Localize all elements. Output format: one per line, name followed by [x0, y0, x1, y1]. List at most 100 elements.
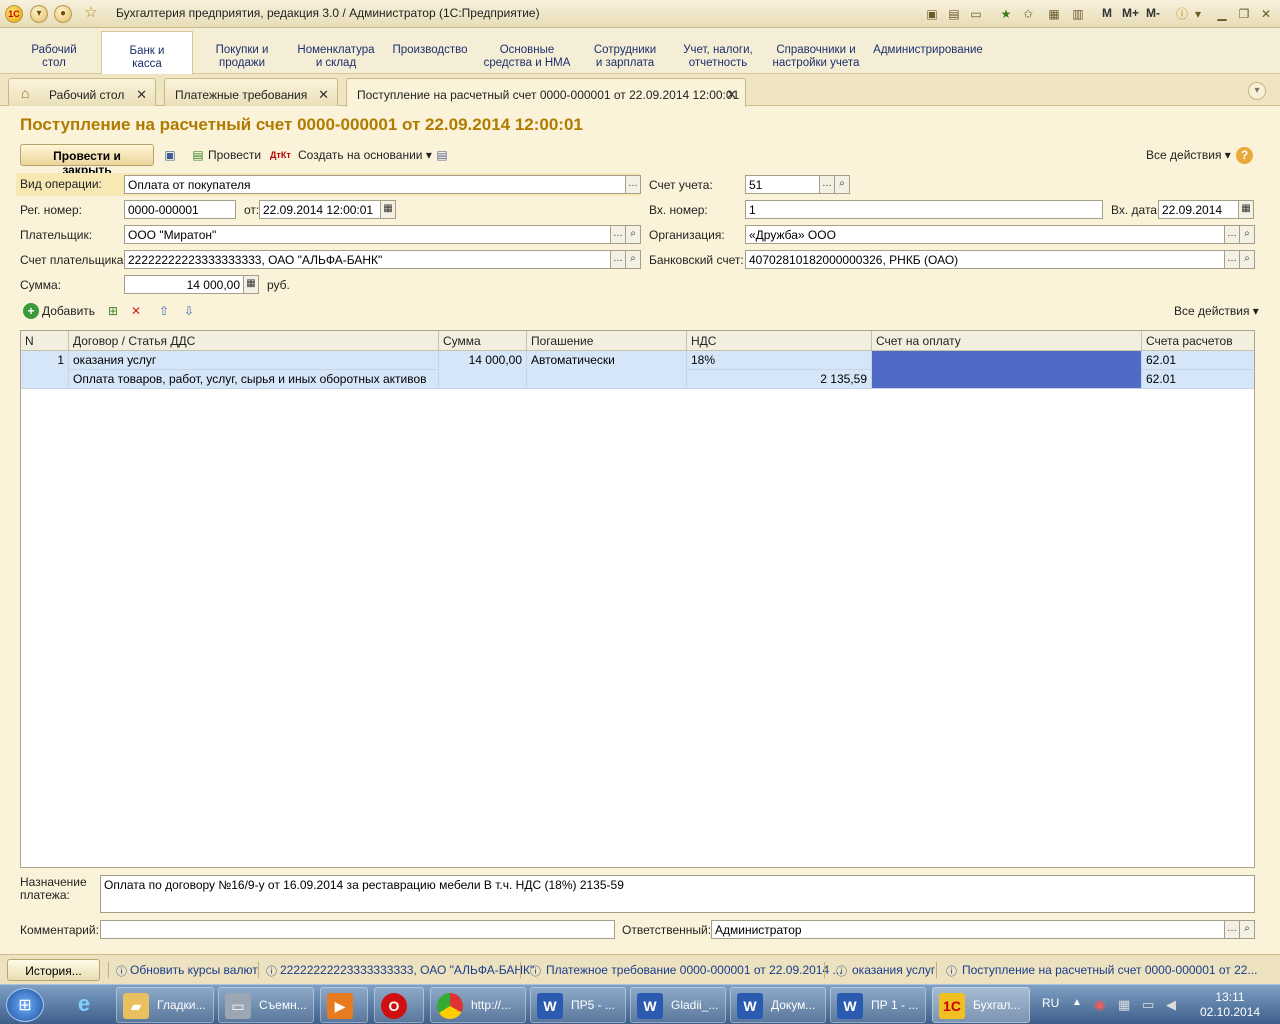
cell-n[interactable]: 1 — [21, 351, 69, 389]
bank-account-search-icon[interactable]: ⌕ — [1239, 250, 1255, 269]
cell-vat-sum[interactable]: 2 135,59 — [687, 370, 872, 389]
ie-icon[interactable]: e — [68, 991, 100, 1019]
bank-account-select-button[interactable]: … — [1224, 250, 1240, 269]
section-nomenclature[interactable]: Номенклатура и склад — [292, 44, 380, 70]
tab-receipt-document[interactable]: Поступление на расчетный счет 0000-00000… — [346, 78, 746, 107]
history-item[interactable]: Платежное требование 0000-000001 от 22.0… — [546, 963, 842, 977]
cell-vat-rate[interactable]: 18% — [687, 351, 872, 370]
taskbar-item[interactable]: ▶ — [320, 987, 368, 1023]
section-references[interactable]: Справочники и настройки учета — [768, 44, 864, 70]
comment-field[interactable] — [100, 920, 615, 939]
reg-no-field[interactable]: 0000-000001 — [124, 200, 236, 219]
in-no-field[interactable]: 1 — [745, 200, 1103, 219]
section-fixed-assets[interactable]: Основные средства и НМА — [480, 44, 574, 70]
history-item[interactable]: 22222222223333333333, ОАО "АЛЬФА-БАНК" — [280, 963, 534, 977]
save-icon[interactable]: ▣ — [924, 6, 940, 22]
column-header-repayment[interactable]: Погашение задолженности — [527, 331, 687, 362]
memory-m-button[interactable]: M — [1102, 6, 1112, 20]
history-button[interactable]: История... — [7, 959, 100, 981]
close-icon[interactable]: ✕ — [1258, 6, 1274, 22]
payer-account-search-icon[interactable]: ⌕ — [625, 250, 641, 269]
post-icon[interactable]: ▤ — [190, 147, 206, 163]
copy-row-icon[interactable]: ⊞ — [105, 303, 121, 319]
column-header-n[interactable]: N — [21, 331, 69, 351]
section-reporting[interactable]: Учет, налоги, отчетность — [676, 44, 760, 70]
op-type-field[interactable]: Оплата от покупателя — [124, 175, 626, 194]
taskbar-item[interactable]: W ПР 1 - ... — [830, 987, 926, 1023]
info-icon[interactable]: ⓘ — [1174, 6, 1190, 22]
payer-search-icon[interactable]: ⌕ — [625, 225, 641, 244]
close-tab-icon[interactable]: ✕ — [318, 87, 329, 103]
cell-repayment[interactable]: Автоматически — [527, 351, 687, 389]
print-icon[interactable]: ▤ — [946, 6, 962, 22]
column-header-contract[interactable]: Договор / Статья ДДС — [69, 331, 439, 351]
cell-contract[interactable]: оказания услуг — [69, 351, 439, 370]
cell-sum[interactable]: 14 000,00 — [439, 351, 527, 389]
org-select-button[interactable]: … — [1224, 225, 1240, 244]
responsible-field[interactable]: Администратор — [711, 920, 1225, 939]
move-down-icon[interactable]: ⇩ — [181, 303, 197, 319]
close-tab-icon[interactable]: ✕ — [136, 87, 147, 103]
menu-dropdown-icon[interactable]: ▾ — [30, 5, 48, 23]
column-header-accounts[interactable]: Счета расчетов — [1142, 331, 1254, 351]
language-indicator[interactable]: RU — [1042, 996, 1059, 1010]
favorite-list-icon[interactable]: ✩ — [1020, 6, 1036, 22]
calculator-icon[interactable]: ▦ — [243, 275, 259, 294]
preview-icon[interactable]: ▭ — [968, 6, 984, 22]
sum-field[interactable]: 14 000,00 — [124, 275, 244, 294]
history-item[interactable]: Обновить курсы валют — [130, 963, 258, 977]
cell-invoice[interactable] — [872, 351, 1142, 389]
info-dropdown-icon[interactable]: ▾ — [1190, 6, 1206, 22]
post-and-close-button[interactable]: Провести и закрыть — [20, 144, 154, 177]
memory-plus-button[interactable]: M+ — [1122, 6, 1139, 20]
taskbar-item[interactable]: http://... — [430, 987, 526, 1023]
add-row-button[interactable]: Добавить — [42, 304, 95, 318]
dt-kt-icon[interactable]: ДтКт — [270, 147, 291, 163]
column-header-invoice[interactable]: Счет на оплату — [872, 331, 1142, 351]
tray-antivirus-icon[interactable]: ◉ — [1094, 997, 1105, 1013]
help-icon[interactable]: ? — [1236, 147, 1253, 164]
bank-account-field[interactable]: 40702810182000000326, РНКБ (ОАО) — [745, 250, 1225, 269]
restore-icon[interactable]: ❐ — [1236, 6, 1252, 22]
add-favorite-icon[interactable]: ★ — [998, 6, 1014, 22]
document-list-icon[interactable]: ▤ — [434, 147, 450, 163]
payer-account-select-button[interactable]: … — [610, 250, 626, 269]
date-field[interactable]: 22.09.2014 12:00:01 — [259, 200, 381, 219]
1c-logo-icon[interactable]: 1C — [5, 5, 23, 23]
responsible-select-button[interactable]: … — [1224, 920, 1240, 939]
functions-icon[interactable]: ● — [54, 5, 72, 23]
in-date-field[interactable]: 22.09.2014 — [1158, 200, 1239, 219]
section-production[interactable]: Производство — [390, 44, 470, 57]
add-icon[interactable]: + — [23, 303, 39, 319]
move-up-icon[interactable]: ⇧ — [156, 303, 172, 319]
calculator-icon[interactable]: ▦ — [1046, 6, 1062, 22]
taskbar-item[interactable]: O — [374, 987, 424, 1023]
tabs-dropdown-icon[interactable]: ▾ — [1248, 82, 1266, 100]
tray-display-icon[interactable]: ▭ — [1142, 997, 1154, 1013]
section-bank[interactable]: Банк и касса — [101, 31, 193, 75]
start-button[interactable]: ⊞ — [6, 988, 44, 1022]
calendar-icon[interactable]: ▦ — [1238, 200, 1254, 219]
section-desktop[interactable]: Рабочий стол — [20, 44, 88, 70]
memory-minus-button[interactable]: M- — [1146, 6, 1160, 20]
close-tab-icon[interactable]: ✕ — [726, 87, 737, 103]
history-item[interactable]: Поступление на расчетный счет 0000-00000… — [962, 963, 1257, 977]
op-type-select-button[interactable]: … — [625, 175, 641, 194]
taskbar-item-active[interactable]: 1C Бухгал... — [932, 987, 1030, 1023]
taskbar-item[interactable]: W Докум... — [730, 987, 826, 1023]
history-item[interactable]: оказания услуг — [852, 963, 935, 977]
section-purchases[interactable]: Покупки и продажи — [204, 44, 280, 70]
purpose-field[interactable]: Оплата по договору №16/9-у от 16.09.2014… — [100, 875, 1255, 913]
decryption-table[interactable]: N Договор / Статья ДДС Сумма Погашение з… — [20, 330, 1255, 868]
tray-clock[interactable]: 13:11 02.10.2014 — [1200, 990, 1260, 1020]
save-icon[interactable]: ▣ — [162, 147, 178, 163]
taskbar-item[interactable]: ▰ Гладки... — [116, 987, 214, 1023]
responsible-search-icon[interactable]: ⌕ — [1239, 920, 1255, 939]
all-actions-button[interactable]: Все действия ▾ — [1146, 148, 1231, 162]
column-header-sum[interactable]: Сумма — [439, 331, 527, 351]
taskbar-item[interactable]: W ПР5 - ... — [530, 987, 626, 1023]
tray-network-icon[interactable]: ▦ — [1118, 997, 1130, 1013]
cell-settlement-account[interactable]: 62.01 — [1142, 351, 1254, 370]
column-header-vat[interactable]: НДС — [687, 331, 872, 351]
delete-row-icon[interactable]: ✕ — [128, 303, 144, 319]
